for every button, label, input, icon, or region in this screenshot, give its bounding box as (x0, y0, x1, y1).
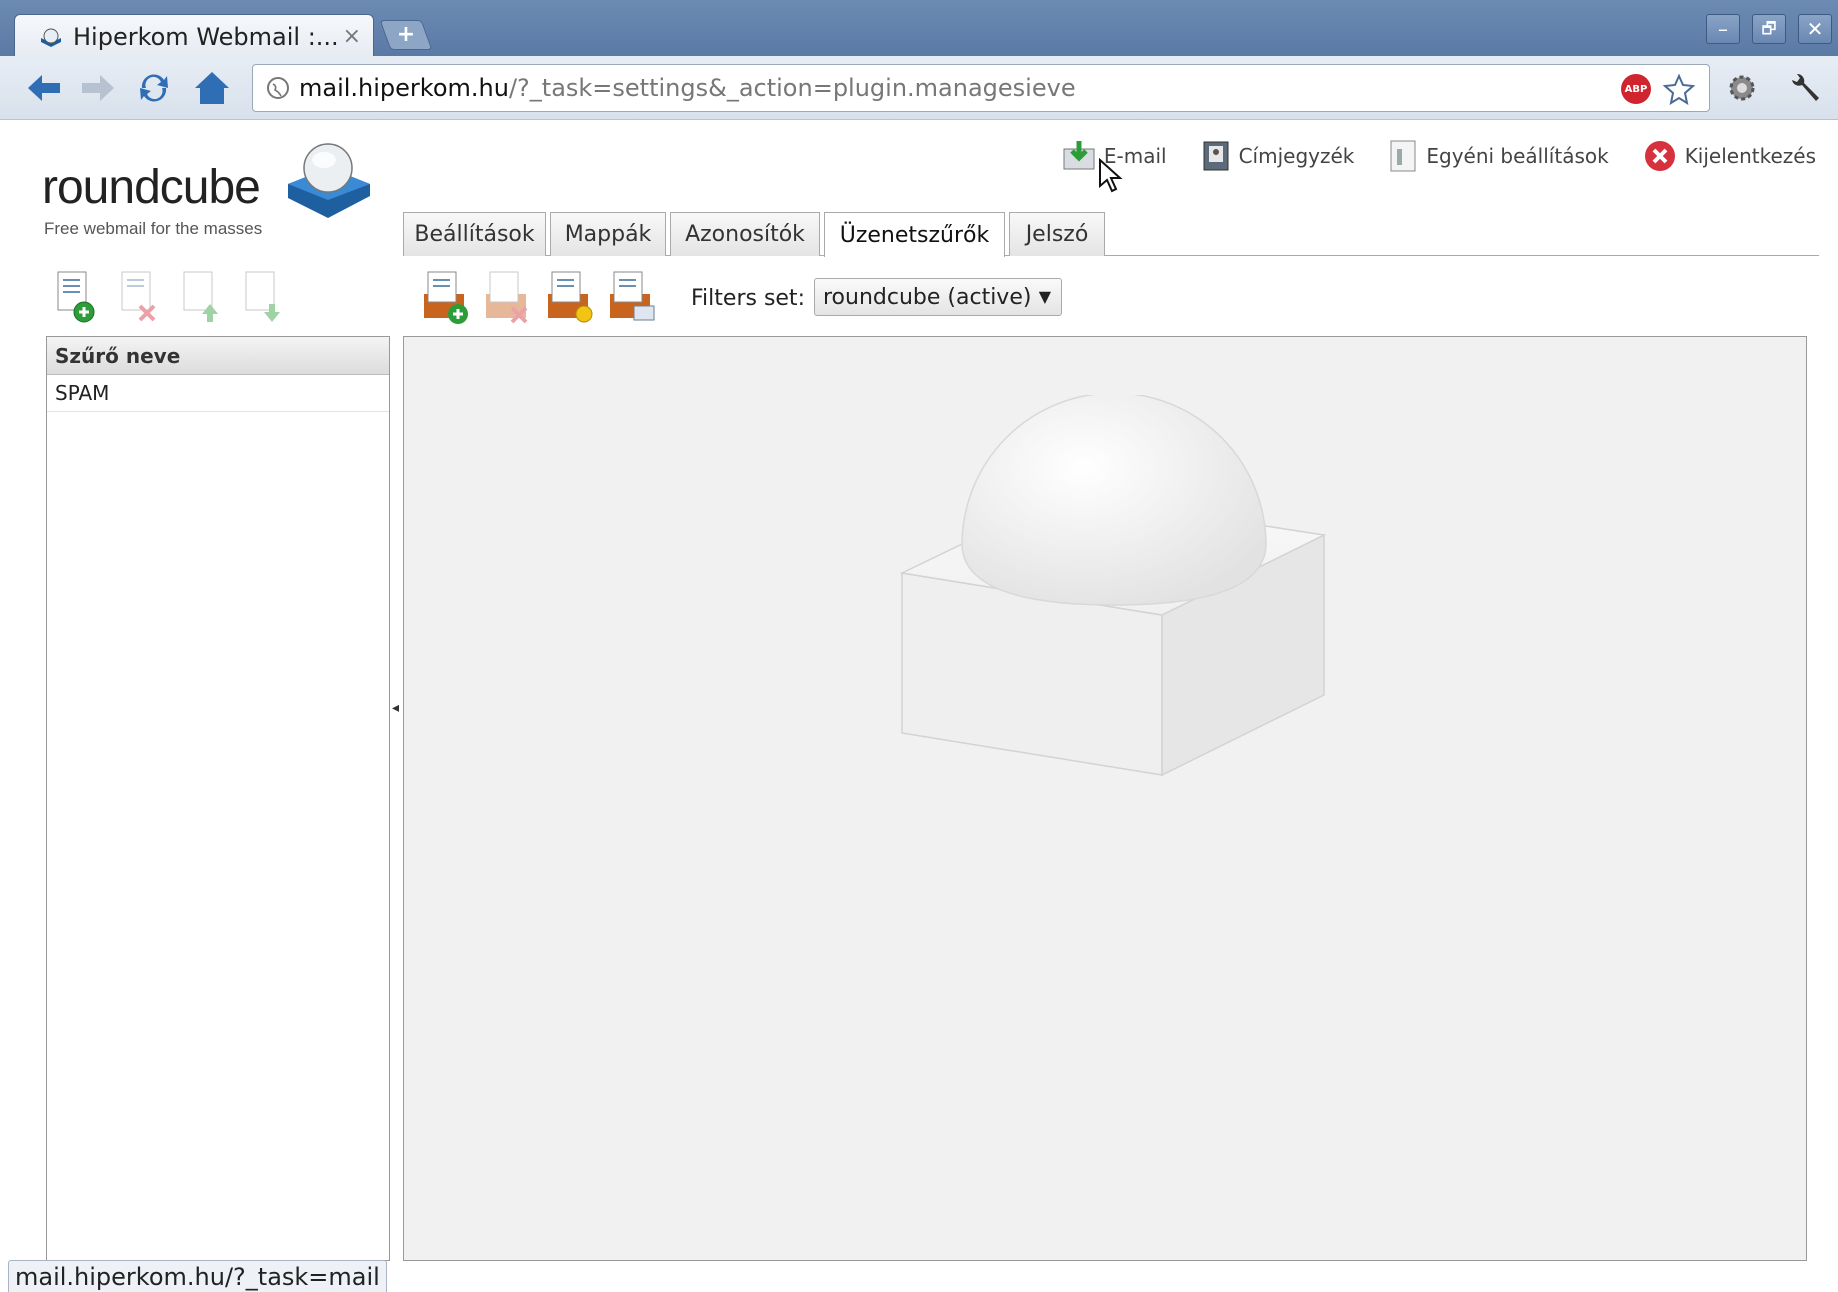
settings-icon (1390, 140, 1416, 172)
browser-toolbar: mail.hiperkom.hu/?_task=settings&_action… (0, 56, 1838, 120)
add-filterset-button[interactable] (420, 270, 474, 326)
filterset-toolbar: Filters set: roundcube (active) ▼ (420, 270, 1120, 330)
adblock-icon[interactable]: ABP (1621, 74, 1651, 104)
back-arrow-icon (28, 75, 60, 101)
mouse-cursor-icon (1099, 158, 1123, 193)
reload-button[interactable] (132, 66, 176, 110)
url-host: mail.hiperkom.hu (299, 74, 509, 102)
delete-filterset-button[interactable] (482, 270, 536, 326)
filter-list: Szűrő neve SPAM (46, 336, 390, 1261)
restore-button[interactable]: 🗗 (1752, 14, 1786, 44)
mail-icon (1063, 141, 1095, 170)
globe-icon (267, 77, 289, 99)
topnav-logout-label: Kijelentkezés (1684, 144, 1816, 168)
bookmark-star-icon[interactable] (1663, 73, 1695, 105)
browser-titlebar: Hiperkom Webmail :... × + – 🗗 ✕ (0, 0, 1838, 58)
activate-filterset-button[interactable] (544, 270, 598, 326)
logo-wordmark: roundcube (42, 161, 261, 214)
topnav-settings[interactable]: Egyéni beállítások (1388, 139, 1609, 173)
download-filterset-button[interactable] (606, 270, 660, 326)
delete-filterset-icon (486, 271, 528, 324)
extension-button[interactable] (1720, 66, 1764, 110)
browser-tab[interactable]: Hiperkom Webmail :... × (14, 14, 374, 58)
topnav-settings-label: Egyéni beállítások (1426, 144, 1609, 168)
delete-filter-icon (121, 271, 156, 322)
move-filter-up-button[interactable] (178, 270, 226, 324)
tab-title: Hiperkom Webmail :... (73, 22, 339, 51)
download-filterset-icon (610, 271, 655, 321)
pane-splitter[interactable]: ◂ (392, 700, 400, 716)
arrow-up-icon (183, 271, 218, 322)
settings-wrench-button[interactable] (1782, 66, 1826, 110)
dropdown-arrow-icon: ▼ (1038, 287, 1051, 306)
new-tab-button[interactable]: + (379, 20, 433, 50)
add-filter-button[interactable] (52, 270, 100, 324)
roundcube-favicon-icon (41, 28, 61, 47)
delete-filter-button[interactable] (116, 270, 164, 324)
filters-set-label: Filters set: (691, 286, 805, 311)
close-window-button[interactable]: ✕ (1798, 14, 1832, 44)
logo-tagline: Free webmail for the masses (44, 219, 263, 238)
home-button[interactable] (190, 66, 234, 110)
forward-button[interactable] (76, 66, 120, 110)
tab-beallitasok[interactable]: Beállítások (403, 212, 546, 256)
tab-close-icon[interactable]: × (343, 24, 361, 49)
status-bubble: mail.hiperkom.hu/?_task=mail (8, 1260, 387, 1292)
address-bar[interactable]: mail.hiperkom.hu/?_task=settings&_action… (252, 64, 1710, 112)
filter-content-frame (403, 336, 1807, 1261)
activate-filterset-icon (548, 271, 593, 323)
roundcube-watermark-icon (899, 395, 1327, 777)
roundcube-cube-icon (288, 143, 370, 218)
tab-jelszo[interactable]: Jelszó (1009, 212, 1105, 256)
top-navigation: E-mail Címjegyzék Egyéni beállítások Kij… (1062, 134, 1816, 178)
logout-icon (1644, 141, 1675, 171)
reload-icon (140, 74, 168, 102)
url-path: /?_task=settings&_action=plugin.managesi… (508, 74, 1076, 102)
plus-icon: + (396, 22, 416, 47)
topnav-addressbook-label: Címjegyzék (1238, 144, 1355, 168)
settings-tabs: Beállítások Mappák Azonosítók Üzenetszűr… (403, 212, 1819, 257)
roundcube-logo[interactable]: roundcube Free webmail for the masses (42, 138, 382, 248)
topnav-addressbook[interactable]: Címjegyzék (1201, 140, 1355, 172)
tab-mappak[interactable]: Mappák (550, 212, 666, 256)
addressbook-icon (1203, 141, 1229, 171)
filter-list-header: Szűrő neve (47, 337, 389, 375)
tab-uzenetszurok[interactable]: Üzenetszűrők (824, 212, 1005, 257)
wrench-icon (1792, 73, 1819, 101)
status-url: mail.hiperkom.hu/?_task=mail (15, 1262, 380, 1291)
forward-arrow-icon (82, 75, 114, 101)
arrow-down-icon (245, 271, 280, 322)
minimize-button[interactable]: – (1706, 14, 1740, 44)
back-button[interactable] (22, 66, 66, 110)
filter-row[interactable]: SPAM (47, 375, 389, 412)
gear-icon (1729, 75, 1755, 101)
add-filter-icon (57, 271, 95, 323)
move-filter-down-button[interactable] (240, 270, 288, 324)
add-filterset-icon (424, 271, 468, 324)
tab-azonositok[interactable]: Azonosítók (670, 212, 820, 256)
roundcube-page: roundcube Free webmail for the masses E-… (10, 120, 1838, 1270)
filters-set-value: roundcube (active) (823, 284, 1032, 310)
home-icon (195, 72, 229, 104)
filter-toolbar (52, 270, 312, 330)
topnav-logout[interactable]: Kijelentkezés (1643, 139, 1816, 173)
filters-set-select[interactable]: roundcube (active) ▼ (814, 278, 1062, 316)
